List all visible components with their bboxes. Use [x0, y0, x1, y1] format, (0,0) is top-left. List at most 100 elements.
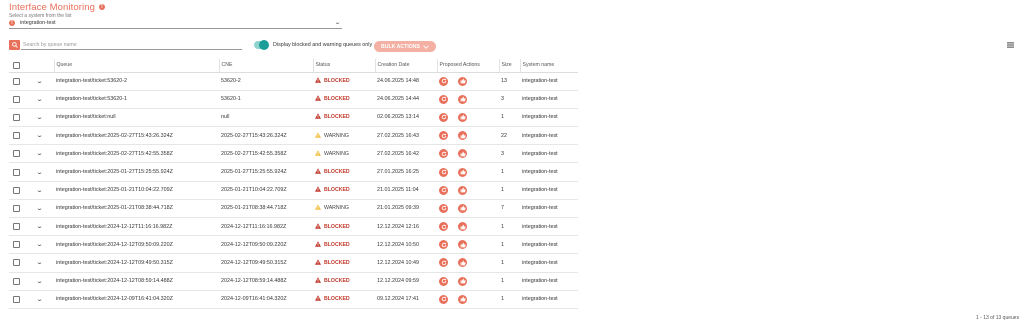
row-checkbox[interactable]	[13, 204, 20, 212]
row-checkbox[interactable]	[13, 77, 20, 85]
search-field	[21, 40, 242, 50]
thumbs-up-icon[interactable]	[458, 240, 467, 250]
thumbs-up-icon[interactable]	[458, 294, 467, 304]
retry-icon[interactable]	[439, 240, 448, 250]
search-icon[interactable]	[9, 40, 20, 50]
system-select-value: integration-test	[20, 20, 56, 26]
row-expand-cell: ⌄	[31, 72, 54, 91]
table-row[interactable]: ⌄ integration-test/ticket:2025-01-21T08:…	[9, 199, 578, 219]
chevron-down-icon[interactable]: ⌄	[36, 132, 44, 139]
thumbs-up-icon[interactable]	[458, 222, 467, 232]
table-row[interactable]: ⌄ integration-test/ticket:2025-02-27T15:…	[9, 144, 578, 164]
row-checkbox[interactable]	[13, 223, 20, 231]
column-settings-icon[interactable]	[1007, 42, 1014, 50]
thumbs-up-icon[interactable]	[458, 185, 467, 195]
row-checkbox[interactable]	[13, 186, 20, 194]
row-checkbox[interactable]	[13, 277, 20, 285]
retry-icon[interactable]	[439, 276, 448, 286]
bulk-actions-button[interactable]: BULK ACTIONS	[374, 41, 436, 52]
column-header-proposed-actions[interactable]: Proposed Actions	[436, 59, 499, 73]
chevron-down-icon[interactable]: ⌄	[334, 19, 341, 26]
info-icon[interactable]: !	[98, 4, 105, 10]
column-header-system-name[interactable]: System name	[519, 59, 578, 73]
proposed-actions	[439, 167, 499, 177]
chevron-down-icon[interactable]: ⌄	[36, 114, 44, 121]
status-badge: WARNING	[315, 150, 375, 158]
select-all-checkbox[interactable]	[13, 61, 20, 69]
chevron-down-icon[interactable]: ⌄	[36, 78, 44, 85]
column-header-queue[interactable]: Queue	[53, 59, 219, 73]
chevron-down-icon[interactable]: ⌄	[36, 259, 44, 266]
row-checkbox[interactable]	[13, 113, 20, 121]
chevron-down-icon[interactable]: ⌄	[36, 278, 44, 285]
row-checkbox[interactable]	[13, 150, 20, 158]
thumbs-up-icon[interactable]	[458, 94, 467, 104]
chevron-down-icon[interactable]: ⌄	[36, 205, 44, 212]
system-select[interactable]: ! integration-test ⌄	[9, 18, 342, 29]
table-row[interactable]: ⌄ integration-test/ticket:null null BLOC…	[9, 108, 578, 128]
retry-icon[interactable]	[439, 94, 448, 104]
cell-status: WARNING	[313, 144, 375, 164]
cell-size: 1	[499, 162, 520, 182]
table-row[interactable]: ⌄ integration-test/ticket:2025-01-27T15:…	[9, 162, 578, 182]
status-badge: BLOCKED	[315, 295, 375, 303]
thumbs-up-icon[interactable]	[458, 149, 467, 159]
table-row[interactable]: ⌄ integration-test/ticket:2024-12-12T08:…	[9, 272, 578, 291]
cell-proposed-actions	[437, 235, 499, 255]
chevron-down-icon[interactable]: ⌄	[36, 150, 44, 157]
thumbs-up-icon[interactable]	[458, 167, 467, 177]
status-badge: BLOCKED	[315, 168, 375, 176]
retry-icon[interactable]	[439, 258, 448, 268]
status-badge: BLOCKED	[315, 113, 375, 121]
row-checkbox[interactable]	[13, 132, 20, 140]
row-expand-cell: ⌄	[31, 290, 54, 309]
column-header-cne[interactable]: CNE	[218, 59, 313, 73]
cell-status: BLOCKED	[313, 217, 375, 237]
table-row[interactable]: ⌄ integration-test/ticket:2024-12-12T11:…	[9, 217, 578, 237]
chevron-down-icon[interactable]: ⌄	[36, 296, 44, 303]
thumbs-up-icon[interactable]	[458, 258, 467, 268]
thumbs-up-icon[interactable]	[458, 276, 467, 286]
table-row[interactable]: ⌄ integration-test/ticket:2024-12-12T09:…	[9, 235, 578, 255]
row-checkbox[interactable]	[13, 95, 20, 103]
cell-proposed-actions	[437, 217, 499, 237]
search-input[interactable]	[21, 40, 242, 49]
chevron-down-icon[interactable]: ⌄	[36, 187, 44, 194]
thumbs-up-icon[interactable]	[458, 112, 467, 122]
retry-icon[interactable]	[439, 112, 448, 122]
row-checkbox[interactable]	[13, 295, 20, 303]
chevron-down-icon[interactable]: ⌄	[36, 169, 44, 176]
retry-icon[interactable]	[439, 294, 448, 304]
retry-icon[interactable]	[439, 167, 448, 177]
chevron-down-icon[interactable]: ⌄	[36, 96, 44, 103]
blocked-icon	[315, 222, 321, 231]
cell-system-name: integration-test	[520, 108, 578, 128]
cell-queue: integration-test/ticket:2024-12-12T09:50…	[54, 235, 219, 255]
table-row[interactable]: ⌄ integration-test/ticket:53620-2 53620-…	[9, 72, 578, 91]
retry-icon[interactable]	[439, 222, 448, 232]
retry-icon[interactable]	[439, 203, 448, 213]
chevron-down-icon[interactable]: ⌄	[36, 223, 44, 230]
retry-icon[interactable]	[439, 76, 448, 86]
row-checkbox[interactable]	[13, 168, 20, 176]
chevron-down-icon[interactable]: ⌄	[36, 241, 44, 248]
table-row[interactable]: ⌄ integration-test/ticket:2024-12-09T16:…	[9, 290, 578, 309]
row-checkbox[interactable]	[13, 241, 20, 249]
row-select-cell	[9, 108, 31, 128]
retry-icon[interactable]	[439, 131, 448, 141]
table-row[interactable]: ⌄ integration-test/ticket:2024-12-12T09:…	[9, 253, 578, 273]
thumbs-up-icon[interactable]	[458, 76, 467, 86]
row-select-cell	[9, 290, 31, 309]
table-row[interactable]: ⌄ integration-test/ticket:2025-02-27T15:…	[9, 126, 578, 146]
thumbs-up-icon[interactable]	[458, 203, 467, 213]
table-row[interactable]: ⌄ integration-test/ticket:53620-1 53620-…	[9, 90, 578, 109]
thumbs-up-icon[interactable]	[458, 131, 467, 141]
column-header-size[interactable]: Size	[498, 59, 520, 73]
row-checkbox[interactable]	[13, 259, 20, 267]
table-row[interactable]: ⌄ integration-test/ticket:2025-01-21T10:…	[9, 181, 578, 200]
retry-icon[interactable]	[439, 185, 448, 195]
column-header-status[interactable]: Status	[312, 59, 375, 73]
retry-icon[interactable]	[439, 149, 448, 159]
blocked-warning-toggle[interactable]	[254, 40, 269, 50]
column-header-creation-date[interactable]: Creation Date	[374, 59, 437, 73]
